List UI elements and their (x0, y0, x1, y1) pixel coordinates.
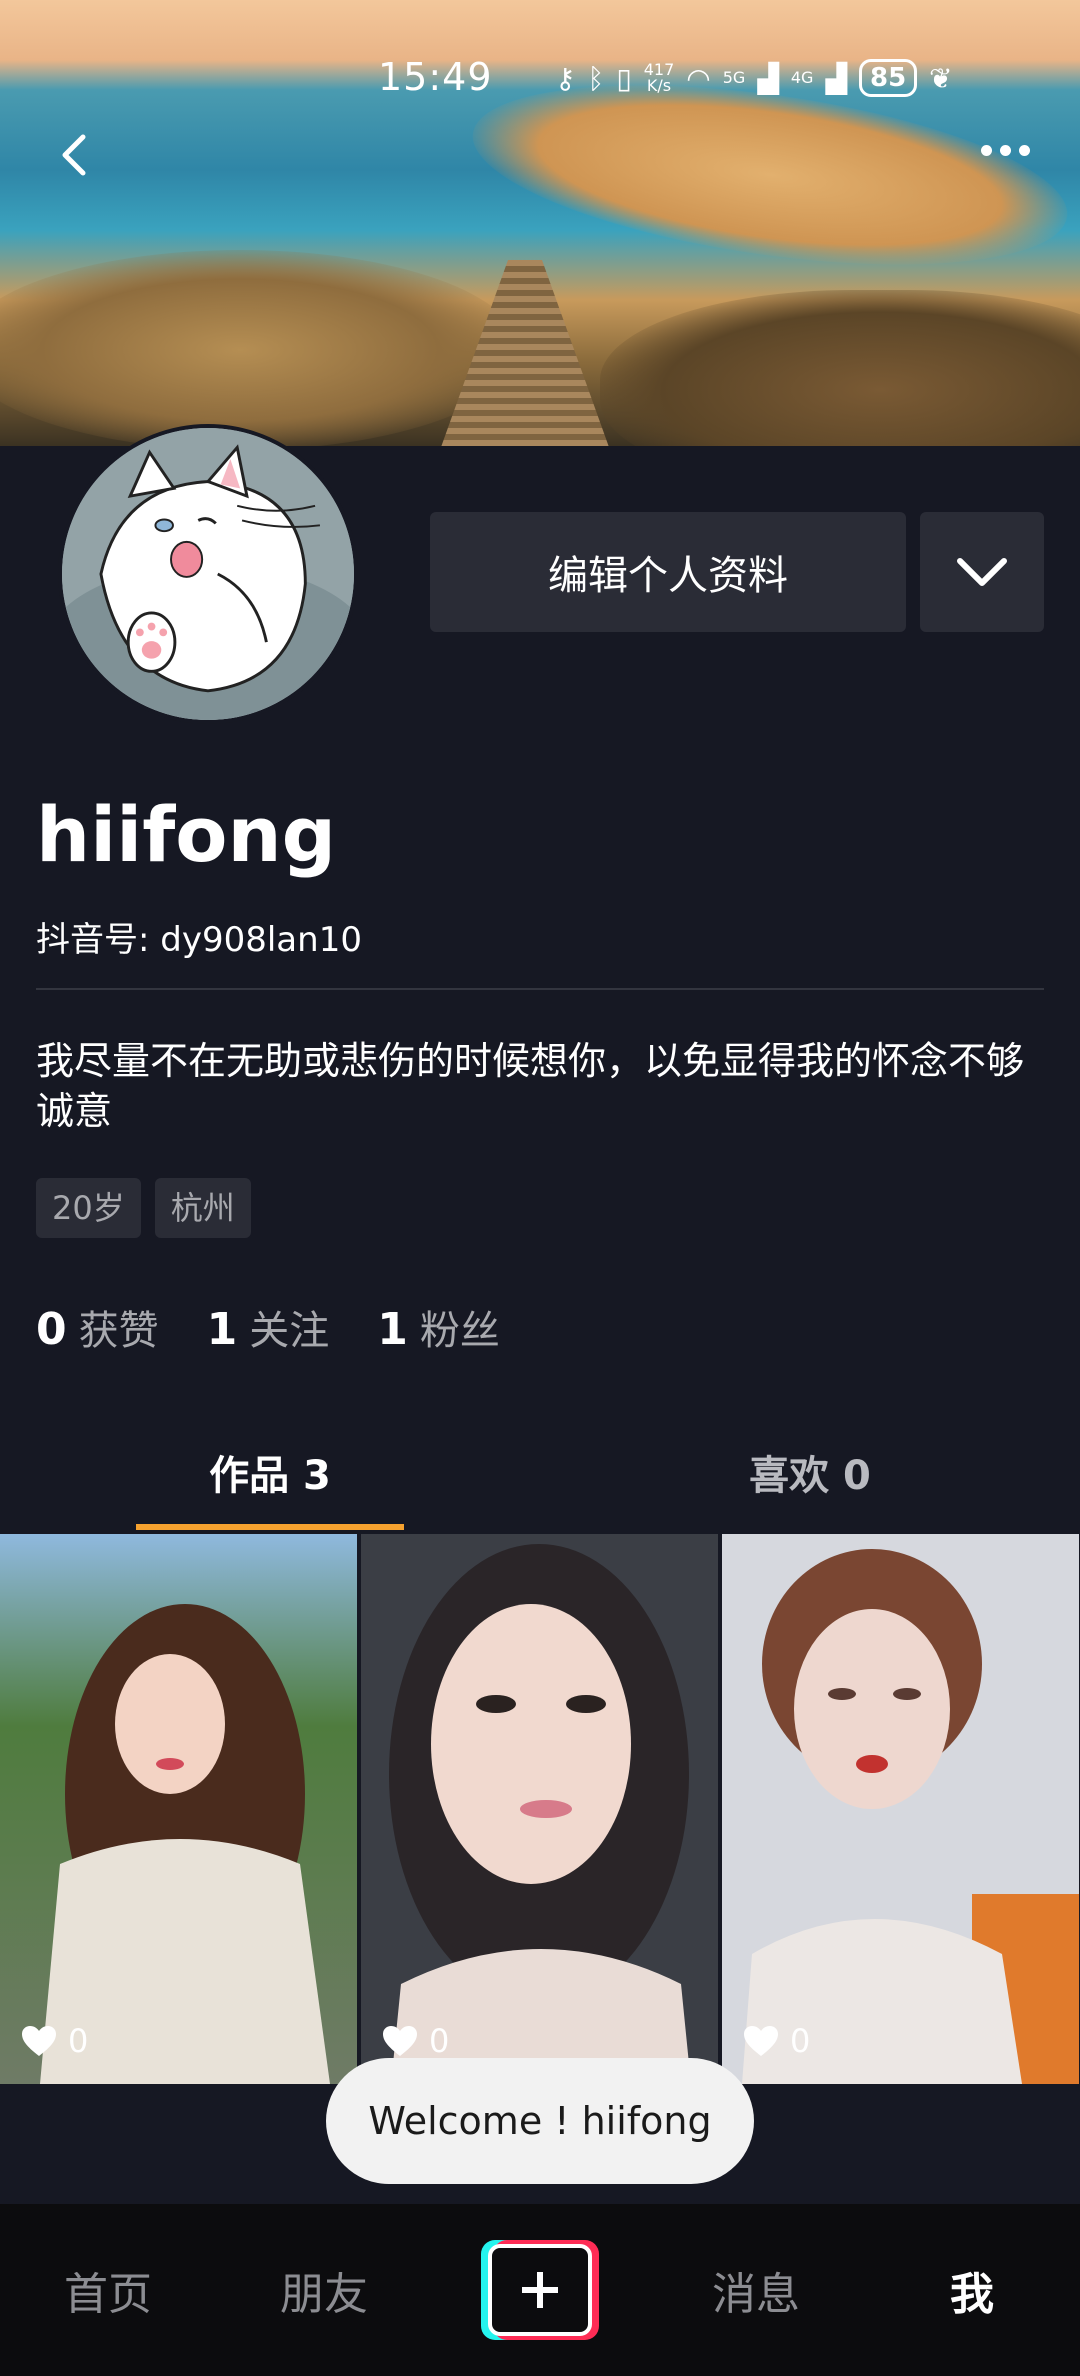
status-icons: ⚷ ᛒ ▯ 417 K/s ◠ 5G ▟ 4G ▟ 85 ❦ (555, 59, 953, 97)
nav-me[interactable]: 我 (864, 2204, 1080, 2376)
stat-likes-label: 获赞 (78, 1308, 159, 1354)
edit-profile-button[interactable]: 编辑个人资料 (430, 512, 906, 632)
chevron-down-icon (957, 558, 1007, 586)
cover-cliff (600, 290, 1080, 446)
signal-4g-icon: ▟ (825, 61, 847, 95)
stats-row: 0 获赞 1 关注 1 粉丝 (36, 1298, 500, 1356)
signal-4g-label: 4G (790, 68, 814, 87)
video-like-count-value: 0 (429, 2022, 450, 2060)
vibrate-icon: ▯ (616, 61, 632, 95)
create-post-button[interactable] (481, 2240, 599, 2340)
tab-likes[interactable]: 喜欢 0 (540, 1410, 1080, 1534)
more-dot-icon (980, 144, 992, 156)
video-like-count-value: 0 (790, 2022, 811, 2060)
wifi-icon: ◠ (686, 61, 711, 95)
net-speed: 417 K/s (644, 62, 675, 94)
nav-messages[interactable]: 消息 (648, 2204, 864, 2376)
video-like-count-value: 0 (68, 2022, 89, 2060)
back-button[interactable] (35, 115, 115, 195)
chevron-left-icon (62, 134, 86, 176)
nav-friends[interactable]: 朋友 (216, 2204, 432, 2376)
welcome-toast: Welcome ! hiifong (326, 2058, 754, 2184)
tag-location[interactable]: 杭州 (154, 1178, 251, 1238)
stat-followers[interactable]: 1 粉丝 (377, 1298, 500, 1356)
video-thumbnail-image (722, 1534, 1079, 2084)
heart-icon (744, 2026, 778, 2056)
net-speed-unit: K/s (646, 76, 672, 95)
nav-home[interactable]: 首页 (0, 2204, 216, 2376)
username: hiifong (36, 790, 336, 879)
stat-followers-label: 粉丝 (419, 1308, 500, 1354)
bottom-navigation: 首页 朋友 消息 我 (0, 2204, 1080, 2376)
cover-shore (0, 250, 520, 446)
heart-icon (22, 2026, 56, 2056)
video-thumbnail-image (0, 1534, 357, 2084)
heart-icon (383, 2026, 417, 2056)
stat-likes[interactable]: 0 获赞 (36, 1298, 159, 1356)
plus-button-face (488, 2244, 592, 2336)
video-grid: 0 0 0 (0, 1534, 1080, 2084)
leaf-icon: ❦ (929, 61, 953, 95)
profile-tags: 20岁 杭州 (36, 1178, 251, 1238)
douyin-id[interactable]: 抖音号: dy908lan10 (36, 912, 362, 961)
stat-following-label: 关注 (249, 1308, 330, 1354)
cat-avatar-illustration (62, 428, 354, 720)
video-thumbnail[interactable]: 0 (722, 1534, 1079, 2084)
battery-indicator: 85 (858, 59, 918, 97)
active-tab-indicator (136, 1524, 404, 1530)
bio-text: 我尽量不在无助或悲伤的时候想你，以免显得我的怀念不够诚意 (36, 1039, 1025, 1133)
stat-following-count: 1 (206, 1304, 238, 1355)
stat-followers-count: 1 (377, 1304, 408, 1355)
content-tabs: 作品 3 喜欢 0 (0, 1410, 1080, 1534)
plus-icon (522, 2272, 558, 2308)
video-thumbnail[interactable]: 0 (0, 1534, 357, 2084)
signal-5g-icon: ▟ (757, 61, 779, 95)
stat-likes-count: 0 (36, 1304, 67, 1355)
tab-works[interactable]: 作品 3 (0, 1410, 540, 1534)
video-like-count: 0 (20, 2022, 88, 2060)
more-dot-icon (1018, 144, 1030, 156)
more-options-button[interactable] (960, 110, 1050, 190)
video-thumbnail[interactable]: 0 (361, 1534, 718, 2084)
expand-dropdown-button[interactable] (920, 512, 1044, 632)
video-like-count: 0 (742, 2022, 810, 2060)
video-thumbnail-image (361, 1534, 718, 2084)
divider (36, 988, 1044, 990)
key-icon: ⚷ (555, 61, 576, 95)
status-time: 15:49 (378, 55, 493, 99)
stat-following[interactable]: 1 关注 (207, 1298, 330, 1356)
signal-5g-label: 5G (722, 68, 746, 87)
bluetooth-icon: ᛒ (587, 61, 605, 95)
more-dot-icon (999, 144, 1011, 156)
video-like-count: 0 (381, 2022, 449, 2060)
avatar[interactable] (58, 424, 358, 724)
tag-age[interactable]: 20岁 (36, 1178, 141, 1238)
status-bar: 15:49 ⚷ ᛒ ▯ 417 K/s ◠ 5G ▟ 4G ▟ 85 ❦ (0, 55, 1080, 105)
